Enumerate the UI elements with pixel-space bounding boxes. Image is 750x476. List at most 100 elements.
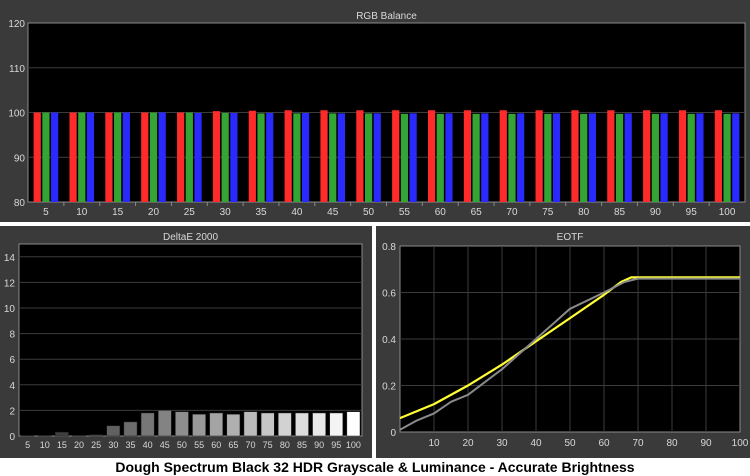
y-tick-label: 120	[8, 19, 25, 30]
rgb-bar	[248, 110, 256, 202]
x-tick-label: 70	[632, 438, 644, 449]
deltae-bar	[226, 413, 241, 437]
x-tick-label: 55	[194, 440, 204, 450]
rgb-bar	[105, 112, 113, 202]
rgb-bar	[177, 112, 185, 202]
rgb-bar	[158, 112, 166, 202]
x-tick-label: 80	[666, 438, 678, 449]
rgb-bar	[571, 110, 579, 202]
x-tick-label: 10	[76, 207, 88, 218]
x-tick-label: 20	[148, 207, 160, 218]
x-tick-label: 10	[40, 440, 50, 450]
deltae-chart: DeltaE 2000 0 2 4 6 8 10 12 14 5 10 15 20 25 30 35 40 45 5…	[4, 232, 363, 450]
deltae-bar	[175, 411, 189, 437]
deltae-bar	[140, 412, 155, 437]
chart-title: EOTF	[557, 232, 584, 243]
rgb-bar	[212, 111, 221, 202]
rgb-bar	[257, 113, 265, 202]
x-tick-label: 95	[331, 440, 341, 450]
deltae-bar	[106, 425, 121, 437]
rgb-bar	[624, 113, 632, 202]
y-tick-label: 0.8	[382, 242, 396, 253]
rgb-bar	[400, 113, 409, 202]
x-tick-label: 35	[255, 207, 267, 218]
eotf-panel: EOTF 0 0.2 0.4 0.6 0.8 10 20 30 40 50 60 70 80 90 100	[376, 226, 750, 458]
deltae-panel: DeltaE 2000 0 2 4 6 8 10 12 14 5 10 15 20 25 30 35 40 45 5…	[0, 226, 372, 458]
x-tick-label: 80	[280, 440, 290, 450]
rgb-bar	[660, 113, 668, 202]
x-tick-label: 65	[228, 440, 238, 450]
x-tick-label: 45	[327, 207, 339, 218]
x-tick-label: 90	[700, 438, 712, 449]
rgb-bar	[356, 110, 364, 202]
deltae-bar	[295, 412, 309, 437]
rgb-bar	[732, 113, 740, 202]
deltae-bar	[89, 434, 103, 437]
rgb-bar	[588, 113, 596, 202]
rgb-bar	[230, 112, 238, 202]
x-tick-label: 35	[125, 440, 135, 450]
x-tick-label: 90	[314, 440, 324, 450]
x-tick-label: 65	[471, 207, 483, 218]
deltae-bar	[72, 435, 86, 437]
rgb-bar	[42, 112, 50, 202]
y-tick-label: 0.6	[382, 289, 396, 300]
rgb-bar	[293, 113, 301, 202]
rgb-bar	[337, 113, 346, 202]
y-tick-label: 0	[9, 432, 15, 443]
x-tick-label: 50	[564, 438, 576, 449]
y-tick-label: 10	[4, 304, 16, 315]
x-tick-label: 30	[496, 438, 508, 449]
rgb-bar	[364, 113, 373, 202]
deltae-bar	[260, 412, 275, 437]
rgb-bar	[122, 112, 130, 202]
deltae-bar	[329, 412, 344, 437]
deltae-bar	[37, 435, 52, 437]
deltae-bar	[312, 412, 326, 437]
rgb-bar	[78, 112, 86, 202]
rgb-bar	[499, 110, 507, 202]
rgb-bar	[284, 110, 292, 202]
x-tick-label: 40	[530, 438, 542, 449]
x-tick-label: 40	[291, 207, 303, 218]
y-tick-label: 90	[14, 153, 26, 164]
y-tick-label: 0	[390, 428, 396, 439]
rgb-bar	[301, 112, 310, 202]
y-tick-label: 2	[9, 406, 15, 417]
rgb-bar	[141, 112, 149, 202]
plot-area	[18, 243, 363, 437]
chart-title: RGB Balance	[356, 11, 417, 22]
x-tick-label: 90	[650, 207, 662, 218]
x-tick-label: 40	[143, 440, 153, 450]
rgb-bar	[445, 113, 453, 202]
x-tick-label: 30	[108, 440, 118, 450]
rgb-bar	[114, 112, 122, 202]
deltae-bar	[157, 410, 172, 437]
x-tick-label: 15	[112, 207, 124, 218]
y-tick-label: 80	[14, 198, 26, 209]
rgb-bar	[69, 112, 77, 202]
x-tick-label: 60	[435, 207, 447, 218]
x-tick-label: 15	[57, 440, 67, 450]
eotf-chart: EOTF 0 0.2 0.4 0.6 0.8 10 20 30 40 50 60 70 80 90 100	[382, 232, 749, 449]
x-tick-label: 75	[263, 440, 273, 450]
x-tick-label: 55	[399, 207, 411, 218]
rgb-bar	[427, 110, 436, 202]
x-tick-label: 85	[297, 440, 307, 450]
y-tick-label: 4	[9, 381, 15, 392]
y-tick-label: 14	[4, 253, 16, 264]
rgb-bar	[373, 113, 381, 202]
x-tick-label: 5	[43, 207, 49, 218]
y-tick-label: 110	[9, 64, 25, 75]
deltae-bar	[243, 411, 258, 437]
x-tick-label: 5	[25, 440, 30, 450]
rgb-bar	[329, 113, 337, 202]
x-tick-label: 100	[346, 440, 361, 450]
deltae-bar	[209, 412, 224, 437]
rgb-bar	[266, 112, 274, 202]
x-tick-label: 100	[719, 207, 736, 218]
x-tick-label: 85	[614, 207, 626, 218]
x-tick-label: 25	[184, 207, 196, 218]
y-tick-label: 12	[4, 278, 16, 289]
rgb-bar	[615, 113, 624, 202]
